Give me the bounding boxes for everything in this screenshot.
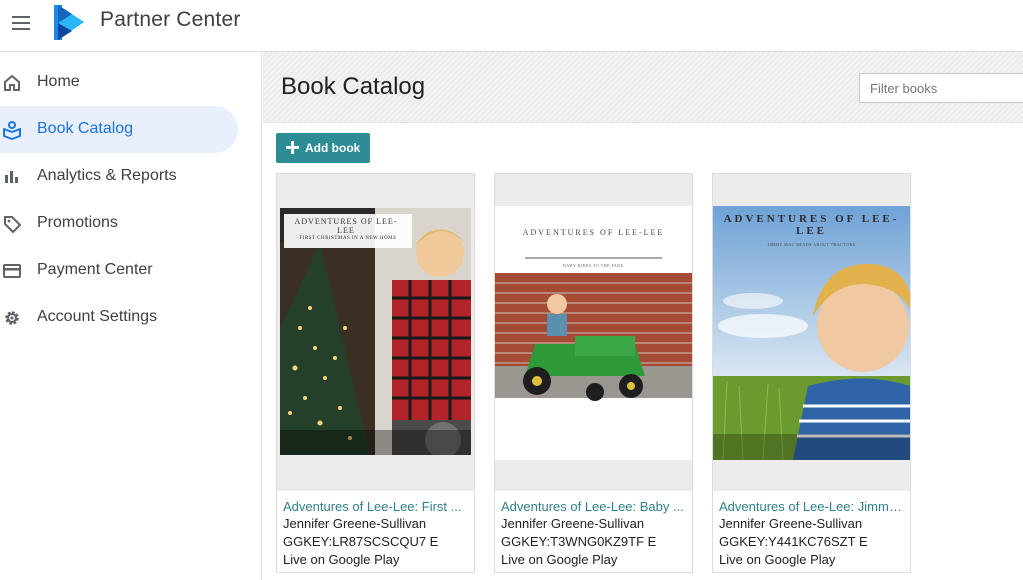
app-title: Partner Center [100, 8, 241, 31]
sidebar-item-label: Book Catalog [37, 120, 134, 137]
tag-icon [4, 216, 21, 233]
book-id: GGKEY:T3WNG0KZ9TF E [501, 534, 657, 549]
cover-subtitle: JIMMY MAC READS ABOUT TRACTORS [767, 242, 856, 247]
book-id: GGKEY:Y441KC76SZT E [719, 534, 868, 549]
cover-subtitle: FIRST CHRISTMAS IN A NEW HOME [299, 236, 397, 241]
book-title-link[interactable]: Adventures of Lee-Lee: Baby ... [501, 498, 686, 515]
book-cover-image: ADVENTURES OF LEE-LEE BABY RIDES TO THE … [495, 206, 692, 460]
sidebar-item-label: Payment Center [37, 261, 153, 278]
home-icon [4, 75, 20, 91]
book-info: Adventures of Lee-Lee: Jimmy... Jennifer… [713, 491, 910, 573]
play-books-logo-icon [54, 5, 84, 40]
sidebar-item-label: Analytics & Reports [37, 167, 177, 184]
page-title: Book Catalog [281, 73, 426, 100]
cover-heading: ADVENTURES OF LEE-LEE [723, 213, 900, 237]
book-id: GGKEY:LR87SCSCQU7 E [283, 534, 439, 549]
sidebar-item-home[interactable]: Home [0, 59, 238, 106]
sidebar-item-promotions[interactable]: Promotions [0, 200, 238, 247]
book-info: Adventures of Lee-Lee: First ... Jennife… [277, 491, 474, 573]
filter-books-input[interactable] [859, 73, 1023, 103]
credit-card-icon [3, 264, 21, 278]
book-title-link[interactable]: Adventures of Lee-Lee: First ... [283, 498, 468, 515]
top-bar: Partner Center [0, 0, 1023, 52]
book-author: Jennifer Greene-Sullivan [719, 516, 863, 531]
cover-heading: ADVENTURES OF LEE-LEE [294, 217, 398, 235]
sidebar-item-payment-center[interactable]: Payment Center [0, 247, 238, 294]
book-author: Jennifer Greene-Sullivan [501, 516, 645, 531]
book-info: Adventures of Lee-Lee: Baby ... Jennifer… [495, 491, 692, 573]
book-status: Live on Google Play [501, 552, 618, 567]
book-status: Live on Google Play [719, 552, 836, 567]
hamburger-menu-icon[interactable] [10, 11, 34, 35]
book-card[interactable]: ADVENTURES OF LEE-LEE BABY RIDES TO THE … [494, 173, 693, 573]
cover-subtitle: BABY RIDES TO THE PARK [563, 263, 624, 268]
sidebar-item-analytics[interactable]: Analytics & Reports [0, 153, 238, 200]
gear-icon [5, 311, 19, 325]
cover-area: ADVENTURES OF LEE-LEE JIMMY MAC READS AB… [713, 174, 910, 491]
sidebar-item-label: Account Settings [37, 308, 158, 325]
book-title-link[interactable]: Adventures of Lee-Lee: Jimmy... [719, 498, 904, 515]
book-cover-image: ADVENTURES OF LEE-LEE FIRST CHRISTMAS IN… [280, 208, 471, 455]
book-status: Live on Google Play [283, 552, 400, 567]
cover-area: ADVENTURES OF LEE-LEE BABY RIDES TO THE … [495, 174, 692, 491]
page-header: Book Catalog [263, 52, 1023, 123]
cover-heading: ADVENTURES OF LEE-LEE [522, 228, 665, 237]
sidebar-item-account-settings[interactable]: Account Settings [0, 294, 238, 341]
add-book-button[interactable]: Add book [276, 133, 370, 163]
book-card[interactable]: ADVENTURES OF LEE-LEE FIRST CHRISTMAS IN… [276, 173, 475, 573]
add-book-label: Add book [305, 141, 361, 155]
bar-chart-icon [5, 171, 18, 183]
book-author: Jennifer Greene-Sullivan [283, 516, 427, 531]
sidebar-item-book-catalog[interactable]: Book Catalog [0, 106, 238, 153]
sidebar: Home Book Catalog Analytics & Reports Pr… [0, 52, 262, 580]
book-catalog-icon [3, 121, 21, 140]
sidebar-item-label: Home [37, 73, 80, 90]
book-card[interactable]: ADVENTURES OF LEE-LEE JIMMY MAC READS AB… [712, 173, 911, 573]
sidebar-item-label: Promotions [37, 214, 118, 231]
cover-area: ADVENTURES OF LEE-LEE FIRST CHRISTMAS IN… [277, 174, 474, 491]
book-cover-image: ADVENTURES OF LEE-LEE JIMMY MAC READS AB… [713, 206, 910, 460]
plus-icon [285, 140, 299, 154]
